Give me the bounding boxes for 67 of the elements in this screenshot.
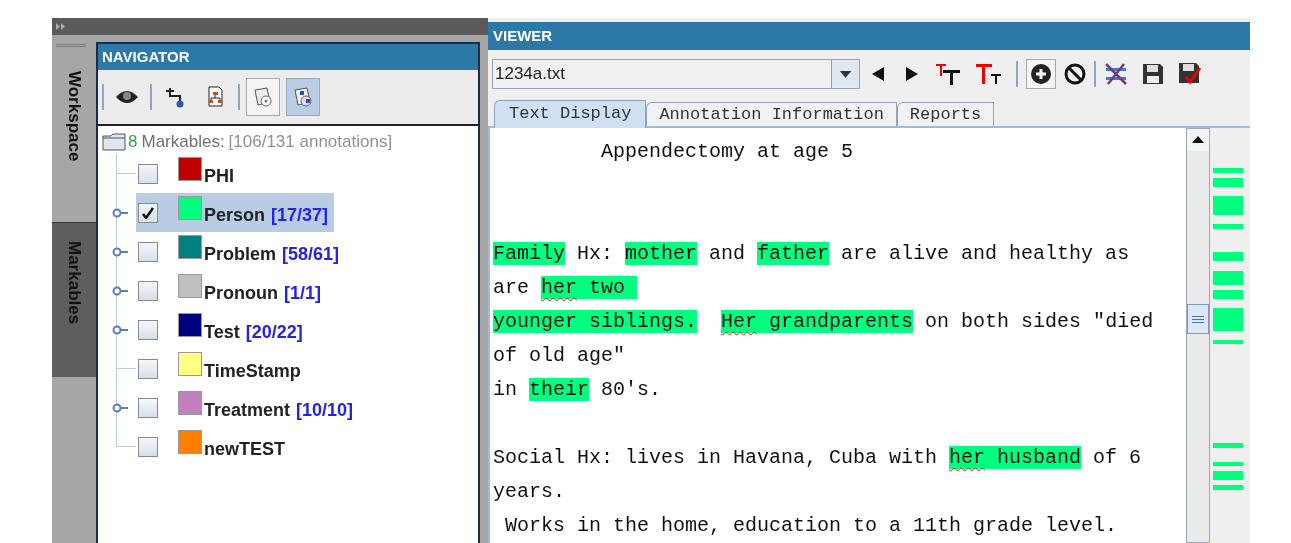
tree-item-label[interactable]: PHI	[204, 163, 234, 190]
toolbar-button[interactable]	[286, 78, 320, 116]
text-line: are her two	[493, 271, 1186, 305]
expand-handle-icon[interactable]	[112, 285, 128, 296]
tree-item-label[interactable]: TimeStamp	[204, 358, 301, 385]
annotation-count: [58/61]	[282, 243, 340, 266]
checkbox[interactable]	[138, 397, 158, 418]
tree-root-label: Markables:	[141, 131, 225, 154]
annotation-count: [17/37]	[271, 204, 329, 227]
checkbox[interactable]	[138, 436, 158, 457]
checkbox[interactable]	[138, 319, 158, 340]
tree-item-label[interactable]: Treatment	[204, 397, 291, 424]
text-line: Social Hx: lives in Havana, Cuba with her husband of 6	[493, 445, 1143, 471]
font-size-icon[interactable]	[976, 62, 1002, 86]
tree-item-label[interactable]: Problem	[204, 241, 277, 268]
prohibited-icon[interactable]	[1064, 63, 1086, 85]
tab[interactable]: Text Display	[494, 100, 647, 128]
checkbox[interactable]	[138, 358, 158, 379]
tab[interactable]: Reports	[896, 102, 995, 126]
tree-item-label[interactable]: Person	[204, 202, 266, 229]
text-line: Appendectomy at age 5	[600, 139, 855, 165]
folder-icon	[102, 133, 126, 151]
text-line: of old age"	[493, 343, 627, 369]
tree-item-label[interactable]: Pronoun	[204, 280, 278, 307]
text-line: younger siblings. Her grandparents on both sides "died	[493, 309, 1155, 335]
checkbox[interactable]	[138, 163, 158, 184]
panel-title: VIEWER	[488, 22, 1250, 50]
vertical-scrollbar[interactable]	[1186, 128, 1210, 543]
tree-item-label[interactable]: Test	[204, 319, 240, 346]
file-dropdown[interactable]: 1234a.txt	[492, 59, 860, 89]
selected-row-highlight[interactable]: Person [17/37]	[136, 193, 335, 232]
tab[interactable]: Annotation Information	[646, 102, 897, 126]
clipboard-icon	[252, 86, 274, 108]
text-line: years.	[493, 479, 566, 505]
clipboard-icon	[292, 86, 314, 108]
scroll-up-icon[interactable]	[1187, 129, 1209, 151]
text-line: in their 80's.	[493, 377, 663, 403]
annotation-count: [10/10]	[296, 399, 354, 422]
expand-handle-icon[interactable]	[112, 246, 128, 257]
text-line: Works in the home, education to a 11th grade level.	[504, 513, 1119, 539]
checkbox[interactable]	[138, 241, 158, 262]
text-line: Family Hx: mother and father are alive and healthy as	[493, 241, 1131, 267]
annotation-count: [20/22]	[245, 321, 303, 344]
plus-circle-icon	[1030, 63, 1052, 85]
check-icon	[142, 206, 154, 219]
save-check-icon[interactable]	[1178, 62, 1202, 86]
grip-icon	[56, 44, 86, 47]
annotation-summary: [106/131 annotations]	[228, 131, 393, 154]
annotation-count: [1/1]	[284, 282, 321, 305]
add-annotation-button[interactable]	[1026, 59, 1056, 89]
scroll-thumb[interactable]	[1187, 304, 1209, 334]
expand-handle-icon[interactable]	[112, 324, 128, 335]
expand-handle-icon[interactable]	[112, 207, 128, 218]
markable-count: 8	[128, 131, 138, 154]
expand-icon[interactable]	[56, 23, 66, 30]
font-size-icon[interactable]	[936, 62, 962, 86]
previous-icon[interactable]	[872, 67, 884, 81]
tree-item-label[interactable]: newTEST	[204, 436, 285, 463]
next-icon[interactable]	[906, 67, 918, 81]
save-icon[interactable]	[1142, 63, 1164, 85]
panel-title: NAVIGATOR	[98, 44, 478, 70]
checkbox[interactable]	[138, 202, 158, 223]
expand-handle-icon[interactable]	[112, 402, 128, 413]
tree-add-icon	[164, 86, 186, 108]
checkbox[interactable]	[138, 280, 158, 301]
dropdown-arrow-icon[interactable]	[831, 60, 859, 88]
cut-annotation-icon[interactable]	[1104, 62, 1128, 86]
